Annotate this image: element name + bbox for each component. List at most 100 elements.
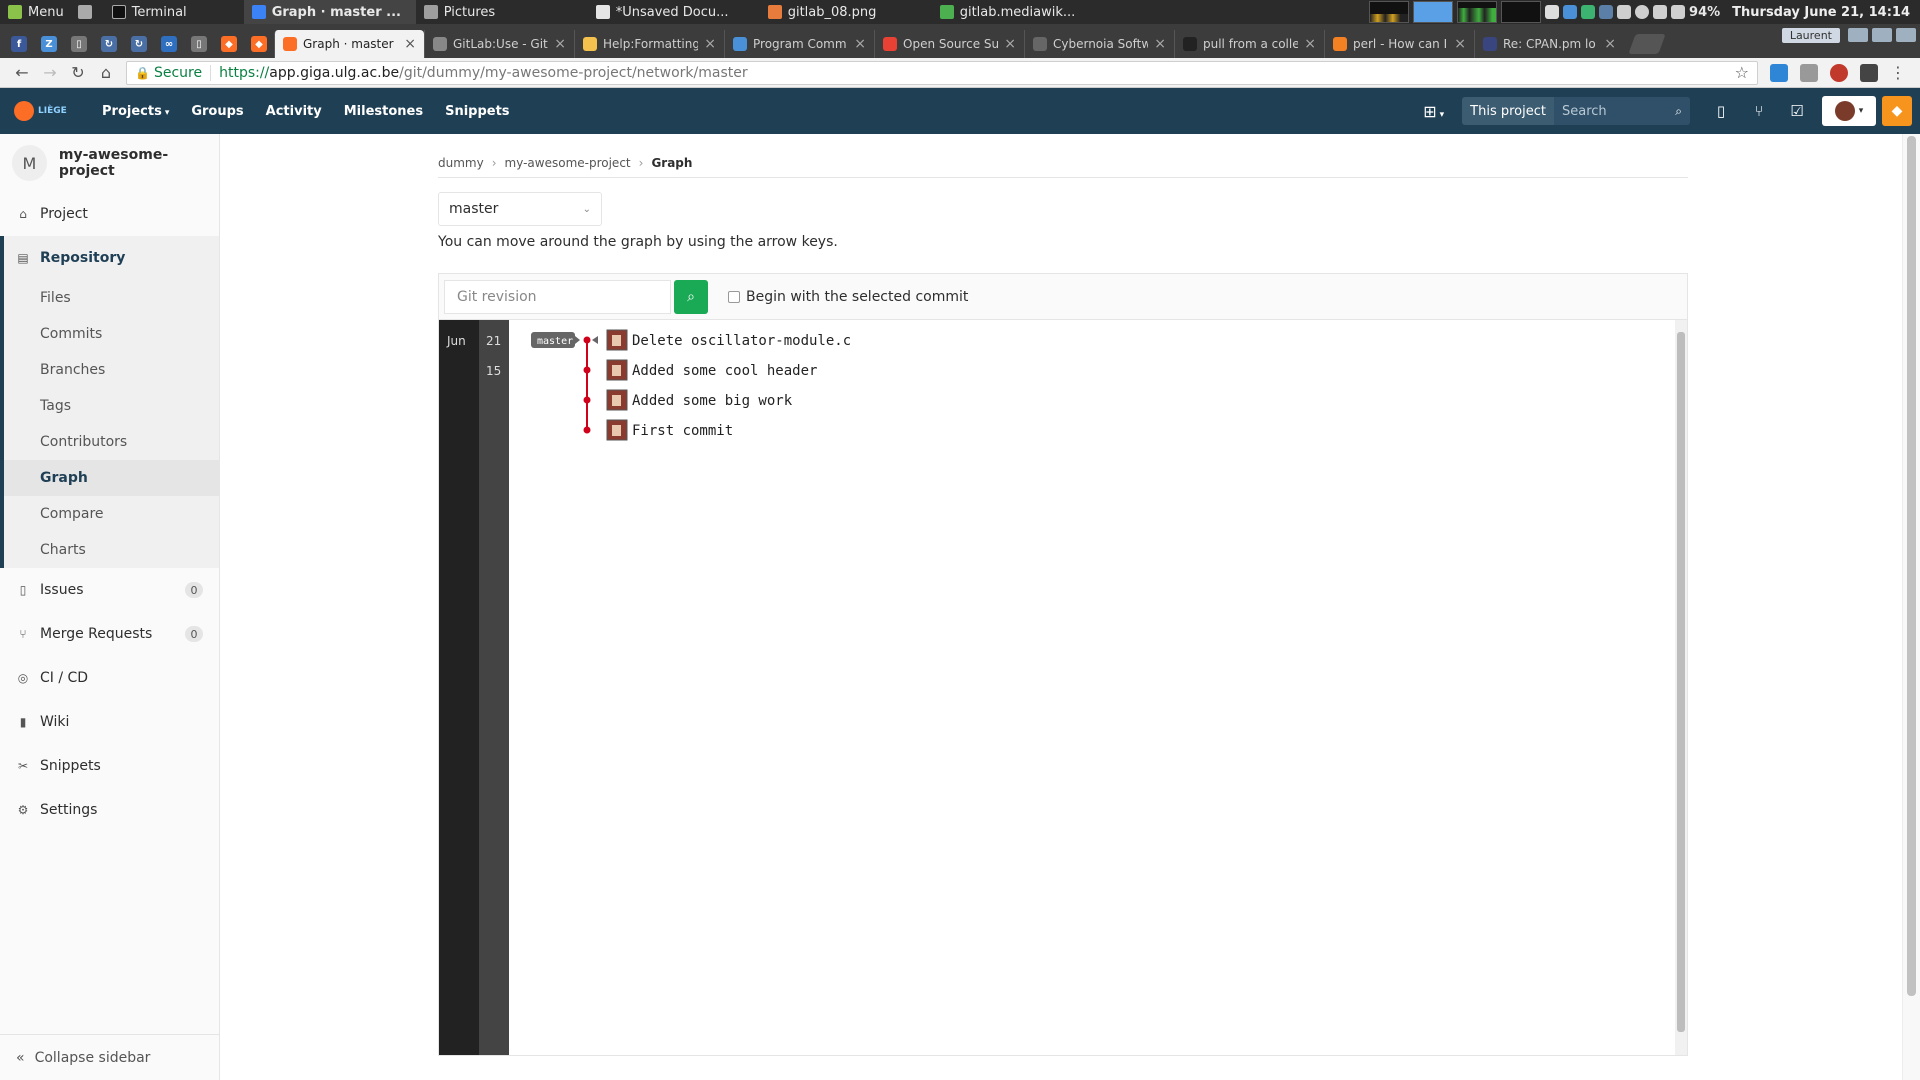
back-button[interactable]: ← <box>8 61 36 85</box>
commit-dot[interactable] <box>583 426 591 434</box>
os-window-0[interactable]: Terminal <box>104 0 244 24</box>
begin-with-selected-checkbox[interactable]: Begin with the selected commit <box>728 289 968 305</box>
breadcrumb-item[interactable]: dummy <box>438 156 484 170</box>
sidebar-item-snippets[interactable]: ✂ Snippets <box>0 744 219 788</box>
profile-button[interactable]: Laurent <box>1781 28 1840 43</box>
close-tab-icon[interactable]: × <box>704 36 716 52</box>
close-window-button[interactable] <box>1896 28 1916 42</box>
sidebar-item-wiki[interactable]: ▮ Wiki <box>0 700 219 744</box>
new-tab-button[interactable] <box>1628 34 1666 54</box>
sidebar-subitem-commits[interactable]: Commits <box>0 316 219 352</box>
os-window-2[interactable]: Pictures <box>416 0 588 24</box>
git-revision-input[interactable]: Git revision <box>444 279 671 314</box>
clipboard-icon[interactable] <box>1617 5 1632 19</box>
merge-requests-nav-button[interactable]: ⑂ <box>1740 88 1778 134</box>
collapse-sidebar-button[interactable]: « Collapse sidebar <box>0 1034 219 1080</box>
pinned-tab[interactable]: ▯ <box>184 30 214 58</box>
sidebar-subitem-charts[interactable]: Charts <box>0 532 219 568</box>
close-tab-icon[interactable]: × <box>1004 36 1016 52</box>
reload-button[interactable]: ↻ <box>64 61 92 85</box>
browser-menu-icon[interactable]: ⋮ <box>1884 61 1912 85</box>
sidebar-subitem-contributors[interactable]: Contributors <box>0 424 219 460</box>
commit-message[interactable]: Added some big work <box>632 393 793 409</box>
user-menu-button[interactable]: ▾ <box>1822 96 1876 126</box>
sidebar-project-header[interactable]: M my-awesome-project <box>0 134 219 192</box>
close-tab-icon[interactable]: × <box>1454 36 1466 52</box>
page-scrollbar[interactable] <box>1902 134 1920 1080</box>
browser-tab[interactable]: perl - How can I × <box>1324 30 1474 58</box>
graph-scrollbar-thumb[interactable] <box>1677 332 1685 1032</box>
commit-dot[interactable] <box>583 396 591 404</box>
pinned-tab[interactable]: ↻ <box>94 30 124 58</box>
close-tab-icon[interactable]: × <box>1304 36 1316 52</box>
close-tab-icon[interactable]: × <box>1604 36 1616 52</box>
checkbox[interactable] <box>728 290 740 303</box>
os-window-3[interactable]: *Unsaved Docu... <box>588 0 760 24</box>
nav-milestones[interactable]: Milestones <box>344 104 423 119</box>
adblock-extension-icon[interactable] <box>1830 63 1848 82</box>
close-tab-icon[interactable]: × <box>854 36 866 52</box>
pinned-tab[interactable]: ◆ <box>214 30 244 58</box>
todos-nav-button[interactable]: ☑ <box>1778 88 1816 134</box>
commit-message[interactable]: Delete oscillator-module.c <box>632 333 851 349</box>
os-window-5[interactable]: gitlab.mediawik... <box>932 0 1104 24</box>
sidebar-item-repository[interactable]: ▤ Repository <box>0 236 219 280</box>
browser-tab[interactable]: GitLab:Use - Git × <box>424 30 574 58</box>
shield-icon[interactable] <box>1545 5 1560 19</box>
pinned-tab[interactable]: ▯ <box>64 30 94 58</box>
browser-tab[interactable]: Program Comm × <box>724 30 874 58</box>
revision-search-button[interactable]: ⌕ <box>674 279 708 314</box>
commit-message[interactable]: Added some cool header <box>632 363 817 379</box>
branch-select[interactable]: master ⌄ <box>438 192 602 226</box>
pinned-tab[interactable]: ∞ <box>154 30 184 58</box>
nav-projects[interactable]: Projects ▾ <box>102 104 169 119</box>
sidebar-item-issues[interactable]: ▯ Issues 0 <box>0 568 219 612</box>
search-input[interactable]: Search ⌕ <box>1554 97 1690 125</box>
battery-icon[interactable] <box>1671 5 1686 19</box>
browser-tab[interactable]: Open Source Su × <box>874 30 1024 58</box>
pinned-tab[interactable]: Z <box>34 30 64 58</box>
page-scrollbar-thumb[interactable] <box>1907 136 1916 996</box>
sidebar-subitem-tags[interactable]: Tags <box>0 388 219 424</box>
nav-activity[interactable]: Activity <box>266 104 322 119</box>
home-button[interactable]: ⌂ <box>92 61 120 85</box>
breadcrumb-item[interactable]: my-awesome-project <box>505 156 631 170</box>
pinned-tab[interactable]: ◆ <box>244 30 274 58</box>
os-window-1[interactable]: Graph · master ... <box>243 0 416 24</box>
sidebar-item-ci-cd[interactable]: ◎ CI / CD <box>0 656 219 700</box>
pinned-tab[interactable]: ↻ <box>124 30 154 58</box>
drive-icon[interactable] <box>1599 5 1614 19</box>
commit-message[interactable]: First commit <box>632 423 733 439</box>
bluetooth-icon[interactable] <box>1563 5 1578 19</box>
bookmark-star-icon[interactable]: ☆ <box>1735 63 1749 82</box>
sidebar-subitem-files[interactable]: Files <box>0 280 219 316</box>
close-tab-icon[interactable]: × <box>554 36 566 52</box>
graph-scrollbar[interactable] <box>1675 320 1687 1055</box>
nav-groups[interactable]: Groups <box>191 104 243 119</box>
commit-dot[interactable] <box>583 336 591 344</box>
commit-dot[interactable] <box>583 366 591 374</box>
sidebar-item-settings[interactable]: ⚙ Settings <box>0 788 219 832</box>
os-window-4[interactable]: gitlab_08.png <box>760 0 932 24</box>
browser-tab[interactable]: Help:Formatting × <box>574 30 724 58</box>
gitlab-logo[interactable]: LIÈGE <box>14 99 78 123</box>
folder-extension-icon[interactable] <box>1800 63 1818 82</box>
wifi-icon[interactable] <box>1653 5 1668 19</box>
update-icon[interactable] <box>1581 5 1596 19</box>
address-bar[interactable]: 🔒 Secure https:// app.giga.ulg.ac.be /gi… <box>126 60 1758 85</box>
browser-tab[interactable]: Cybernoia Softw × <box>1024 30 1174 58</box>
new-item-dropdown[interactable]: ⊞ ▾ <box>1423 102 1444 121</box>
close-tab-icon[interactable]: × <box>1154 36 1166 52</box>
user-icon[interactable] <box>1635 5 1650 19</box>
network-graph[interactable]: Jun 21 Delete oscillator-module.c 15 Added s… <box>438 319 1688 1056</box>
browser-tab[interactable]: pull from a colle × <box>1174 30 1324 58</box>
os-menu-button[interactable]: Menu <box>0 0 72 24</box>
nav-snippets[interactable]: Snippets <box>445 104 509 119</box>
help-button[interactable]: ◆ <box>1882 96 1912 126</box>
clock[interactable]: Thursday June 21, 14:14 <box>1732 5 1910 20</box>
sidebar-subitem-branches[interactable]: Branches <box>0 352 219 388</box>
maximize-button[interactable] <box>1872 28 1892 42</box>
mail-extension-icon[interactable] <box>1770 63 1788 82</box>
search-scope-badge[interactable]: This project <box>1462 97 1554 125</box>
s-extension-icon[interactable] <box>1860 63 1878 82</box>
